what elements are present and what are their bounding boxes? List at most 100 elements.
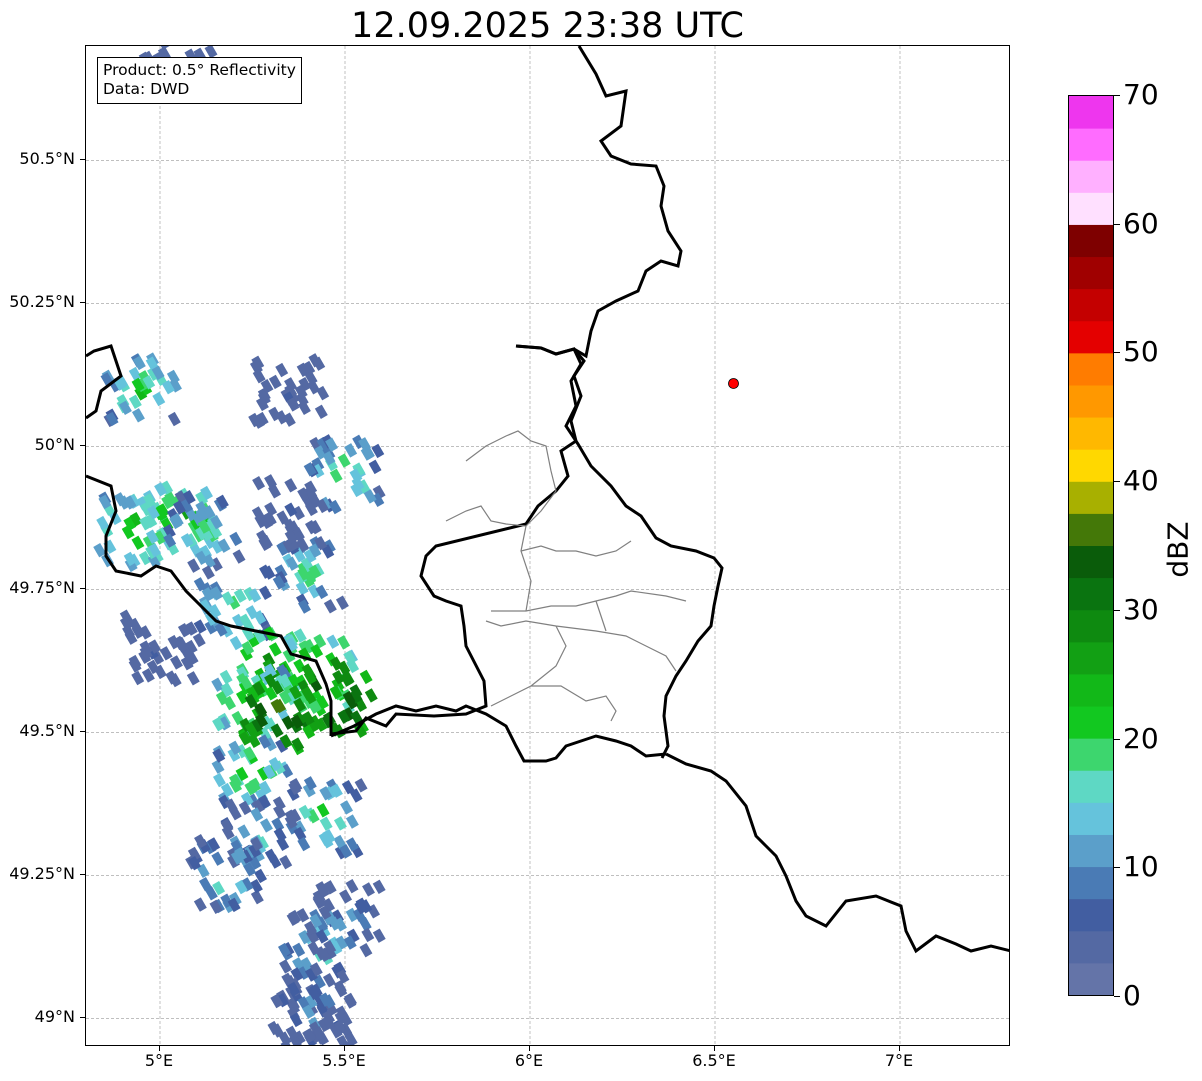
lon-tick-mark [159,1046,160,1051]
colorbar-tick-label-0: 0 [1123,979,1141,1012]
colorbar-tick-mark [1114,95,1120,96]
colorbar-segment-8 [1069,706,1113,739]
reflectivity-pixel [152,391,166,407]
reflectivity-pixel [314,404,328,419]
lon-tick-label-2: 6°E [514,1051,544,1070]
colorbar-segment-12 [1069,577,1113,611]
colorbar-segment-9 [1069,673,1113,707]
lat-tick-label-2: 50°N [34,435,75,455]
reflectivity-cell-1 [93,491,175,573]
lat-tick-mark [80,302,85,304]
lon-tick-label-3: 6.5°E [692,1051,736,1070]
reflectivity-pixel [232,549,246,564]
colorbar-tick-label-7: 70 [1123,78,1159,111]
colorbar-segment-23 [1069,224,1113,258]
radar-map[interactable] [85,45,1010,1046]
reflectivity-pixel [229,531,243,547]
reflectivity-pixel [192,632,206,648]
colorbar-segment-2 [1069,898,1113,932]
colorbar-segment-16 [1069,449,1113,482]
reflectivity-pixel [252,476,266,491]
colorbar-tick-label-3: 30 [1123,592,1159,626]
lat-tick-mark [80,1017,85,1019]
colorbar-segment-5 [1069,802,1113,835]
reflectivity-pixel [193,897,207,912]
colorbar-segment-4 [1069,834,1113,868]
lat-tick-mark [80,874,85,876]
colorbar-tick-mark [1114,352,1120,354]
colorbar-segment-25 [1069,160,1113,193]
reflectivity-pixel [368,459,382,475]
reflectivity-pixel [361,927,375,943]
colorbar-segment-15 [1069,481,1113,514]
reflectivity-pixel [131,670,145,686]
reflectivity-pixel [167,411,181,427]
data-source-label: Data: DWD [103,80,190,98]
colorbar-tick-mark [1114,738,1120,740]
reflectivity-cell-22 [251,474,329,553]
reflectivity-cell-15 [185,833,268,914]
colorbar-segment-27 [1069,96,1113,129]
reflectivity-pixel [359,669,373,685]
reflectivity-pixel [211,851,225,866]
border-luxembourg-south [330,704,667,763]
reflectivity-pixel [260,818,273,833]
reflectivity-cell-20 [248,353,330,429]
colorbar-tick-mark [1114,867,1120,869]
map-title: 12.09.2025 23:38 UTC [351,6,744,46]
reflectivity-pixel [201,565,215,580]
reflectivity-cell-12 [272,536,349,614]
lat-tick-label-4: 49.5°N [19,721,75,741]
colorbar-segment-6 [1069,770,1113,803]
lat-tick-label-6: 49°N [34,1007,75,1027]
radar-site-marker [728,378,739,389]
lon-tick-label-4: 7°E [884,1051,914,1070]
colorbar-segment-17 [1069,417,1113,450]
reflectivity-pixel [364,688,378,703]
reflectivity-pixel [337,635,351,650]
lon-tick-mark [899,1046,900,1051]
product-info-box: Product: 0.5° Reflectivity Data: DWD [97,57,302,104]
border-luxembourg-germany [515,344,724,759]
lon-tick-label-0: 5°E [144,1051,174,1070]
lat-tick-mark [80,731,85,733]
reflectivity-pixel [284,478,298,493]
colorbar-label: dBZ [1161,521,1195,578]
reflectivity-pixel [282,412,296,427]
lat-tick-label-5: 49.25°N [9,864,75,884]
colorbar-tick-mark [1114,481,1120,483]
reflectivity-pixel [362,882,375,897]
reflectivity-pixel [292,942,306,958]
reflectivity-cell-14 [220,794,302,870]
colorbar-segment-13 [1069,545,1113,579]
colorbar-segment-10 [1069,641,1113,675]
reflectivity-layer [93,46,386,1045]
border-france-germany [665,752,1009,954]
reflectivity-pixel [335,595,349,610]
colorbar-segment-20 [1069,320,1113,354]
lat-tick-mark [80,159,85,161]
reflectivity-pixel [279,959,293,974]
reflectivity-pixel [156,46,170,50]
colorbar-tick-label-6: 60 [1123,206,1159,240]
colorbar-tick-mark [1114,996,1120,997]
lat-tick-label-3: 49.75°N [9,578,75,598]
reflectivity-pixel [279,855,293,870]
colorbar-gradient [1069,96,1113,995]
reflectivity-pixel [337,453,351,468]
colorbar-segment-19 [1069,352,1113,386]
reflectivity-pixel [340,800,354,815]
border-germany-west [573,46,683,359]
lat-tick-label-0: 50.5°N [19,149,75,169]
colorbar-segment-21 [1069,288,1113,322]
reflectivity-pixel [219,669,233,685]
reflectivity-pixel [131,535,145,551]
colorbar-tick-label-4: 40 [1123,464,1159,498]
reflectivity-pixel [229,635,243,651]
reflectivity-pixel [345,814,359,829]
reflectivity-pixel [187,558,201,573]
reflectivity-pixel [344,443,358,458]
reflectivity-pixel [316,803,330,818]
reflectivity-pixel [131,408,145,423]
lon-tick-mark [714,1046,715,1051]
